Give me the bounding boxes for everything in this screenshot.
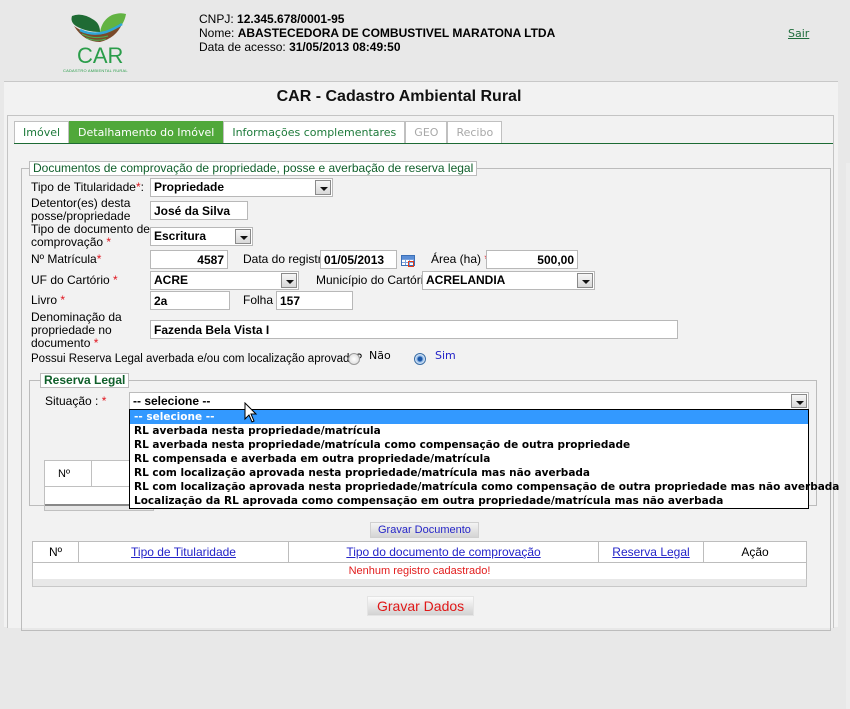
dropdown-option[interactable]: RL com localização aprovada nesta propri… (130, 480, 839, 494)
col-tipo-documento[interactable]: Tipo do documento de comprovação (288, 541, 599, 563)
situacao-value: -- selecione -- (133, 394, 211, 408)
header: CAR CADASTRO AMBIENTAL RURAL CNPJ: 12.34… (0, 0, 850, 80)
table-header-row: Nº Tipo de Titularidade Tipo do document… (32, 541, 807, 563)
dropdown-option[interactable]: RL com localização aprovada nesta propri… (130, 466, 808, 480)
page-title: CAR - Cadastro Ambiental Rural (276, 88, 522, 105)
col-no: Nº (32, 541, 79, 563)
car-logo: CAR CADASTRO AMBIENTAL RURAL (60, 10, 135, 78)
gravar-dados-button[interactable]: Gravar Dados (367, 596, 475, 616)
cnpj-line: CNPJ: 12.345.678/0001-95 (199, 12, 555, 26)
car-logo-icon (71, 13, 126, 42)
gravar-documento-button[interactable]: Gravar Documento (370, 522, 479, 538)
logo-text: CAR (77, 43, 124, 68)
mouse-cursor-icon (244, 402, 258, 423)
cnpj-value: 12.345.678/0001-95 (237, 12, 345, 26)
col-acao: Ação (703, 541, 807, 563)
logout-link[interactable]: Sair (788, 27, 809, 40)
rl-table-header-no: Nº (45, 461, 92, 486)
user-info: CNPJ: 12.345.678/0001-95 Nome: ABASTECED… (199, 12, 555, 54)
scrollbar[interactable] (846, 163, 850, 709)
dropdown-option[interactable]: RL compensada e averbada em outra propri… (130, 452, 808, 466)
dropdown-option[interactable]: -- selecione -- (130, 410, 808, 424)
acesso-label: Data de acesso: (199, 40, 286, 54)
dropdown-option[interactable]: RL averbada nesta propriedade/matrícula (130, 424, 808, 438)
documents-table: Nº Tipo de Titularidade Tipo do document… (32, 541, 807, 581)
rl-legend: Reserva Legal (40, 373, 130, 388)
situacao-select[interactable]: -- selecione -- (129, 392, 809, 410)
table-footer (32, 579, 807, 587)
nome-value: ABASTECEDORA DE COMBUSTIVEL MARATONA LTD… (237, 26, 556, 40)
dropdown-option[interactable]: Localização da RL aprovada como compensa… (130, 494, 808, 508)
empty-message: Nenhum registro cadastrado! (32, 562, 807, 581)
chevron-down-icon[interactable] (791, 394, 807, 408)
col-reserva-legal[interactable]: Reserva Legal (598, 541, 704, 563)
sort-tipo-titularidade-link[interactable]: Tipo de Titularidade (131, 545, 236, 559)
sort-reserva-legal-link[interactable]: Reserva Legal (612, 545, 689, 559)
cnpj-label: CNPJ: (199, 12, 234, 26)
situacao-dropdown-list: -- selecione -- RL averbada nesta propri… (129, 409, 839, 509)
dropdown-option[interactable]: RL averbada nesta propriedade/matrícula … (130, 438, 808, 452)
acesso-line: Data de acesso: 31/05/2013 08:49:50 (199, 40, 555, 54)
nome-line: Nome: ABASTECEDORA DE COMBUSTIVEL MARATO… (199, 26, 555, 40)
table-row: Nenhum registro cadastrado! (32, 562, 807, 581)
acesso-value: 31/05/2013 08:49:50 (289, 40, 401, 54)
nome-label: Nome: (199, 26, 235, 40)
situacao-label: Situação : * (45, 394, 107, 408)
col-tipo-titularidade[interactable]: Tipo de Titularidade (78, 541, 289, 563)
logo-subtitle: CADASTRO AMBIENTAL RURAL (63, 68, 128, 73)
sort-tipo-documento-link[interactable]: Tipo do documento de comprovação (346, 545, 540, 559)
